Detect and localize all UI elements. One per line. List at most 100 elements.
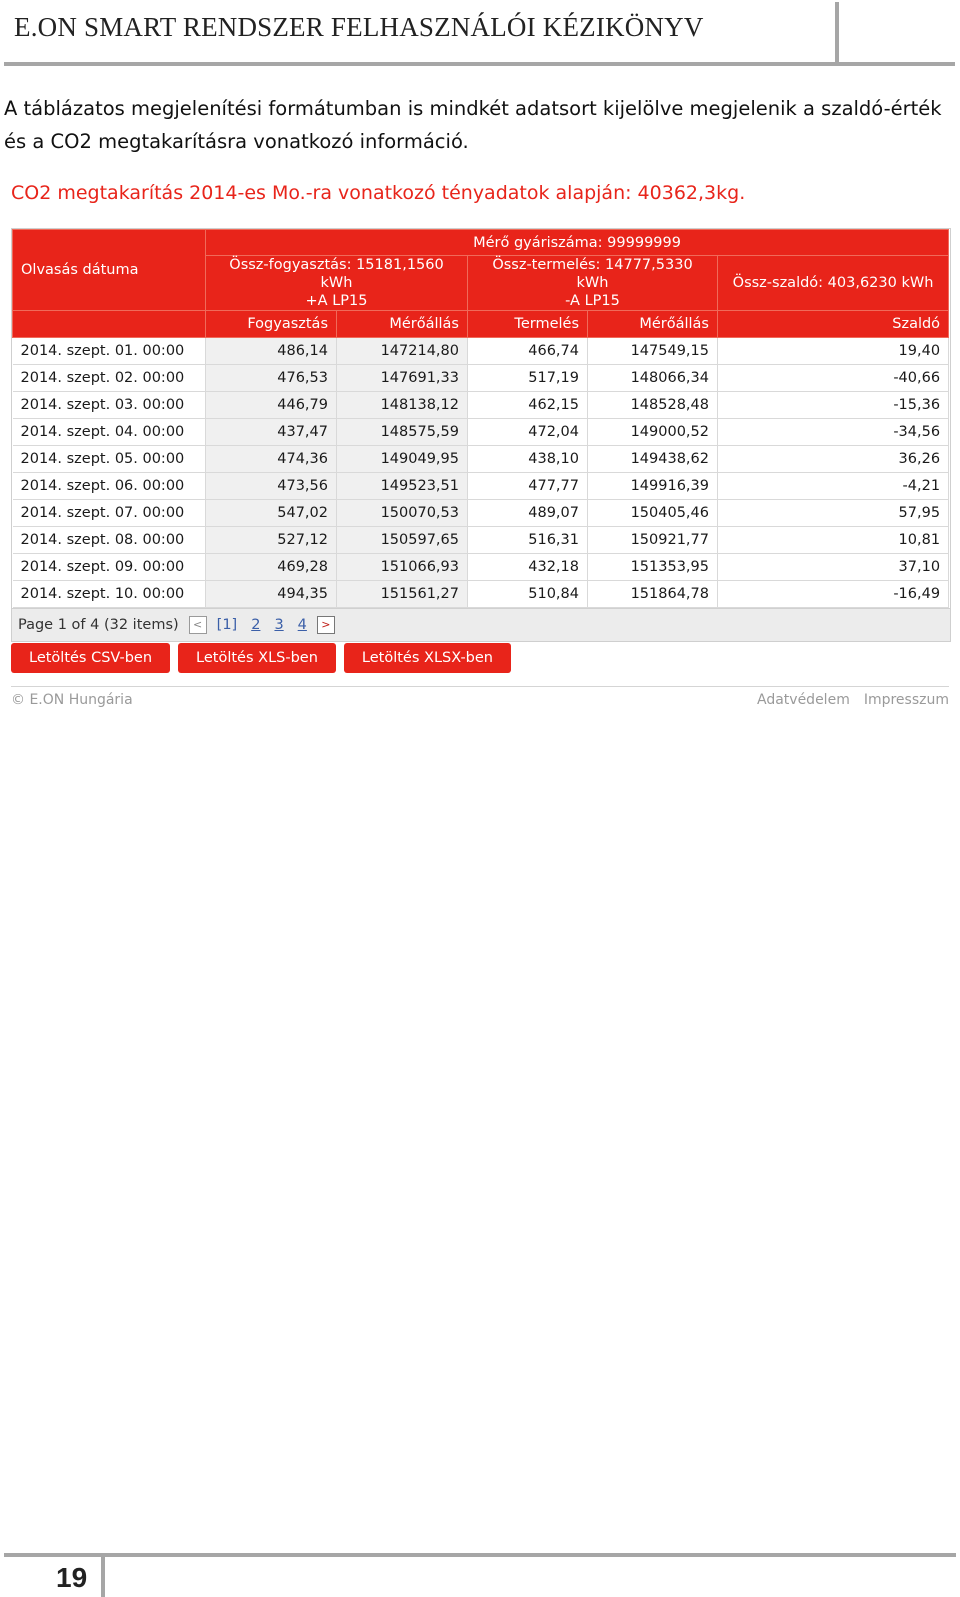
column-header-production[interactable]: Termelés	[467, 310, 588, 338]
cell-balance: -34,56	[717, 418, 950, 446]
cell-production: 489,07	[467, 499, 588, 527]
table-row[interactable]: 2014. szept. 04. 00:00 437,47 148575,59 472…	[12, 418, 950, 446]
cell-meter-production: 151353,95	[587, 553, 718, 581]
imprint-link[interactable]: Impresszum	[864, 692, 949, 708]
document-title: E.ON SMART RENDSZER FELHASZNÁLÓI KÉZIKÖN…	[14, 12, 704, 42]
column-header-date[interactable]: Olvasás dátuma	[12, 229, 206, 311]
cell-meter-consumption: 151561,27	[336, 580, 468, 608]
cell-production: 438,10	[467, 445, 588, 473]
download-csv-button[interactable]: Letöltés CSV-ben	[11, 643, 171, 673]
cell-production: 510,84	[467, 580, 588, 608]
cell-meter-production: 150921,77	[587, 526, 718, 554]
chevron-right-icon[interactable]: >	[316, 616, 335, 634]
pager: Page 1 of 4 (32 items) < [1] 2 3 4 >	[12, 608, 950, 641]
cell-consumption: 437,47	[205, 418, 337, 446]
cell-meter-consumption: 150070,53	[336, 499, 468, 527]
column-header-balance[interactable]: Szaldó	[716, 310, 950, 338]
page-link-2[interactable]: 2	[251, 617, 260, 633]
cell-balance: 10,81	[717, 526, 950, 554]
cell-meter-production: 148066,34	[587, 364, 718, 392]
data-grid: Olvasás dátuma Mérő gyáriszáma: 99999999…	[11, 228, 951, 642]
header-divider-vertical	[835, 2, 839, 64]
column-header-consumption[interactable]: Fogyasztás	[205, 310, 337, 338]
cell-meter-production: 150405,46	[587, 499, 718, 527]
cell-production: 516,31	[467, 526, 588, 554]
cell-production: 477,77	[467, 472, 588, 500]
cell-production: 466,74	[467, 337, 588, 365]
privacy-link[interactable]: Adatvédelem	[757, 692, 850, 708]
page-number: 19	[56, 1562, 88, 1593]
cell-balance: -4,21	[717, 472, 950, 500]
table-row[interactable]: 2014. szept. 08. 00:00 527,12 150597,65 516…	[12, 526, 950, 554]
cell-meter-production: 148528,48	[587, 391, 718, 419]
table-row[interactable]: 2014. szept. 01. 00:00 486,14 147214,80 466…	[12, 337, 950, 365]
cell-production: 462,15	[467, 391, 588, 419]
cell-date: 2014. szept. 04. 00:00	[12, 418, 206, 446]
cell-meter-production: 149916,39	[587, 472, 718, 500]
total-production-label: Össz-termelés: 14777,5330 kWh	[492, 257, 693, 291]
cell-meter-consumption: 151066,93	[336, 553, 468, 581]
cell-date: 2014. szept. 02. 00:00	[12, 364, 206, 392]
download-xlsx-button[interactable]: Letöltés XLSX-ben	[343, 643, 511, 673]
co2-savings-text: CO2 megtakarítás 2014-es Mo.-ra vonatkoz…	[11, 182, 746, 204]
cell-date: 2014. szept. 01. 00:00	[12, 337, 206, 365]
cell-meter-consumption: 150597,65	[336, 526, 468, 554]
page-link-4[interactable]: 4	[298, 617, 307, 633]
footer-copyright: © E.ON Hungária	[11, 692, 133, 708]
table-row[interactable]: 2014. szept. 05. 00:00 474,36 149049,95 438…	[12, 445, 950, 473]
table-row[interactable]: 2014. szept. 10. 00:00 494,35 151561,27 510…	[12, 580, 950, 608]
cell-consumption: 486,14	[205, 337, 337, 365]
cell-balance: 37,10	[717, 553, 950, 581]
readings-table: Olvasás dátuma Mérő gyáriszáma: 99999999…	[12, 229, 950, 608]
column-header-date-spacer	[12, 310, 206, 338]
meter-serial-header: Mérő gyáriszáma: 99999999	[204, 229, 950, 256]
cell-consumption: 476,53	[205, 364, 337, 392]
cell-meter-consumption: 147214,80	[336, 337, 468, 365]
footer-links: Adatvédelem Impresszum	[743, 692, 949, 708]
cell-date: 2014. szept. 05. 00:00	[12, 445, 206, 473]
document-header: E.ON SMART RENDSZER FELHASZNÁLÓI KÉZIKÖN…	[0, 0, 960, 70]
cell-balance: 19,40	[717, 337, 950, 365]
table-row[interactable]: 2014. szept. 09. 00:00 469,28 151066,93 432…	[12, 553, 950, 581]
total-production-header: Össz-termelés: 14777,5330 kWh -A LP15	[467, 255, 718, 311]
cell-consumption: 527,12	[205, 526, 337, 554]
column-header-meter-consumption[interactable]: Mérőállás	[336, 310, 468, 338]
cell-consumption: 446,79	[205, 391, 337, 419]
table-row[interactable]: 2014. szept. 03. 00:00 446,79 148138,12 462…	[12, 391, 950, 419]
total-consumption-header: Össz-fogyasztás: 15181,1560 kWh +A LP15	[205, 255, 468, 311]
cell-production: 472,04	[467, 418, 588, 446]
cell-meter-consumption: 148575,59	[336, 418, 468, 446]
cell-meter-consumption: 149049,95	[336, 445, 468, 473]
cell-consumption: 474,36	[205, 445, 337, 473]
page-link-3[interactable]: 3	[274, 617, 283, 633]
cell-balance: 36,26	[717, 445, 950, 473]
cell-consumption: 494,35	[205, 580, 337, 608]
cell-date: 2014. szept. 10. 00:00	[12, 580, 206, 608]
page-number-divider	[101, 1556, 105, 1597]
cell-date: 2014. szept. 09. 00:00	[12, 553, 206, 581]
column-header-meter-production[interactable]: Mérőállás	[587, 310, 718, 338]
pager-summary: Page 1 of 4 (32 items)	[18, 617, 179, 633]
cell-meter-production: 147549,15	[587, 337, 718, 365]
table-row[interactable]: 2014. szept. 02. 00:00 476,53 147691,33 517…	[12, 364, 950, 392]
cell-date: 2014. szept. 03. 00:00	[12, 391, 206, 419]
table-row[interactable]: 2014. szept. 07. 00:00 547,02 150070,53 489…	[12, 499, 950, 527]
cell-consumption: 469,28	[205, 553, 337, 581]
cell-meter-production: 149000,52	[587, 418, 718, 446]
footer-divider	[11, 686, 949, 687]
table-row[interactable]: 2014. szept. 06. 00:00 473,56 149523,51 477…	[12, 472, 950, 500]
download-buttons: Letöltés CSV-ben Letöltés XLS-ben Letölt…	[11, 643, 519, 673]
cell-meter-production: 151864,78	[587, 580, 718, 608]
total-consumption-label: Össz-fogyasztás: 15181,1560 kWh	[229, 257, 444, 291]
cell-meter-consumption: 149523,51	[336, 472, 468, 500]
cell-balance: 57,95	[717, 499, 950, 527]
download-xls-button[interactable]: Letöltés XLS-ben	[178, 643, 336, 673]
cell-consumption: 547,02	[205, 499, 337, 527]
total-production-code: -A LP15	[565, 293, 620, 309]
total-consumption-code: +A LP15	[305, 293, 368, 309]
cell-balance: -16,49	[717, 580, 950, 608]
page-link-1[interactable]: [1]	[217, 617, 238, 633]
page-footer-divider	[4, 1553, 956, 1557]
cell-meter-consumption: 147691,33	[336, 364, 468, 392]
chevron-left-icon[interactable]: <	[188, 616, 207, 634]
